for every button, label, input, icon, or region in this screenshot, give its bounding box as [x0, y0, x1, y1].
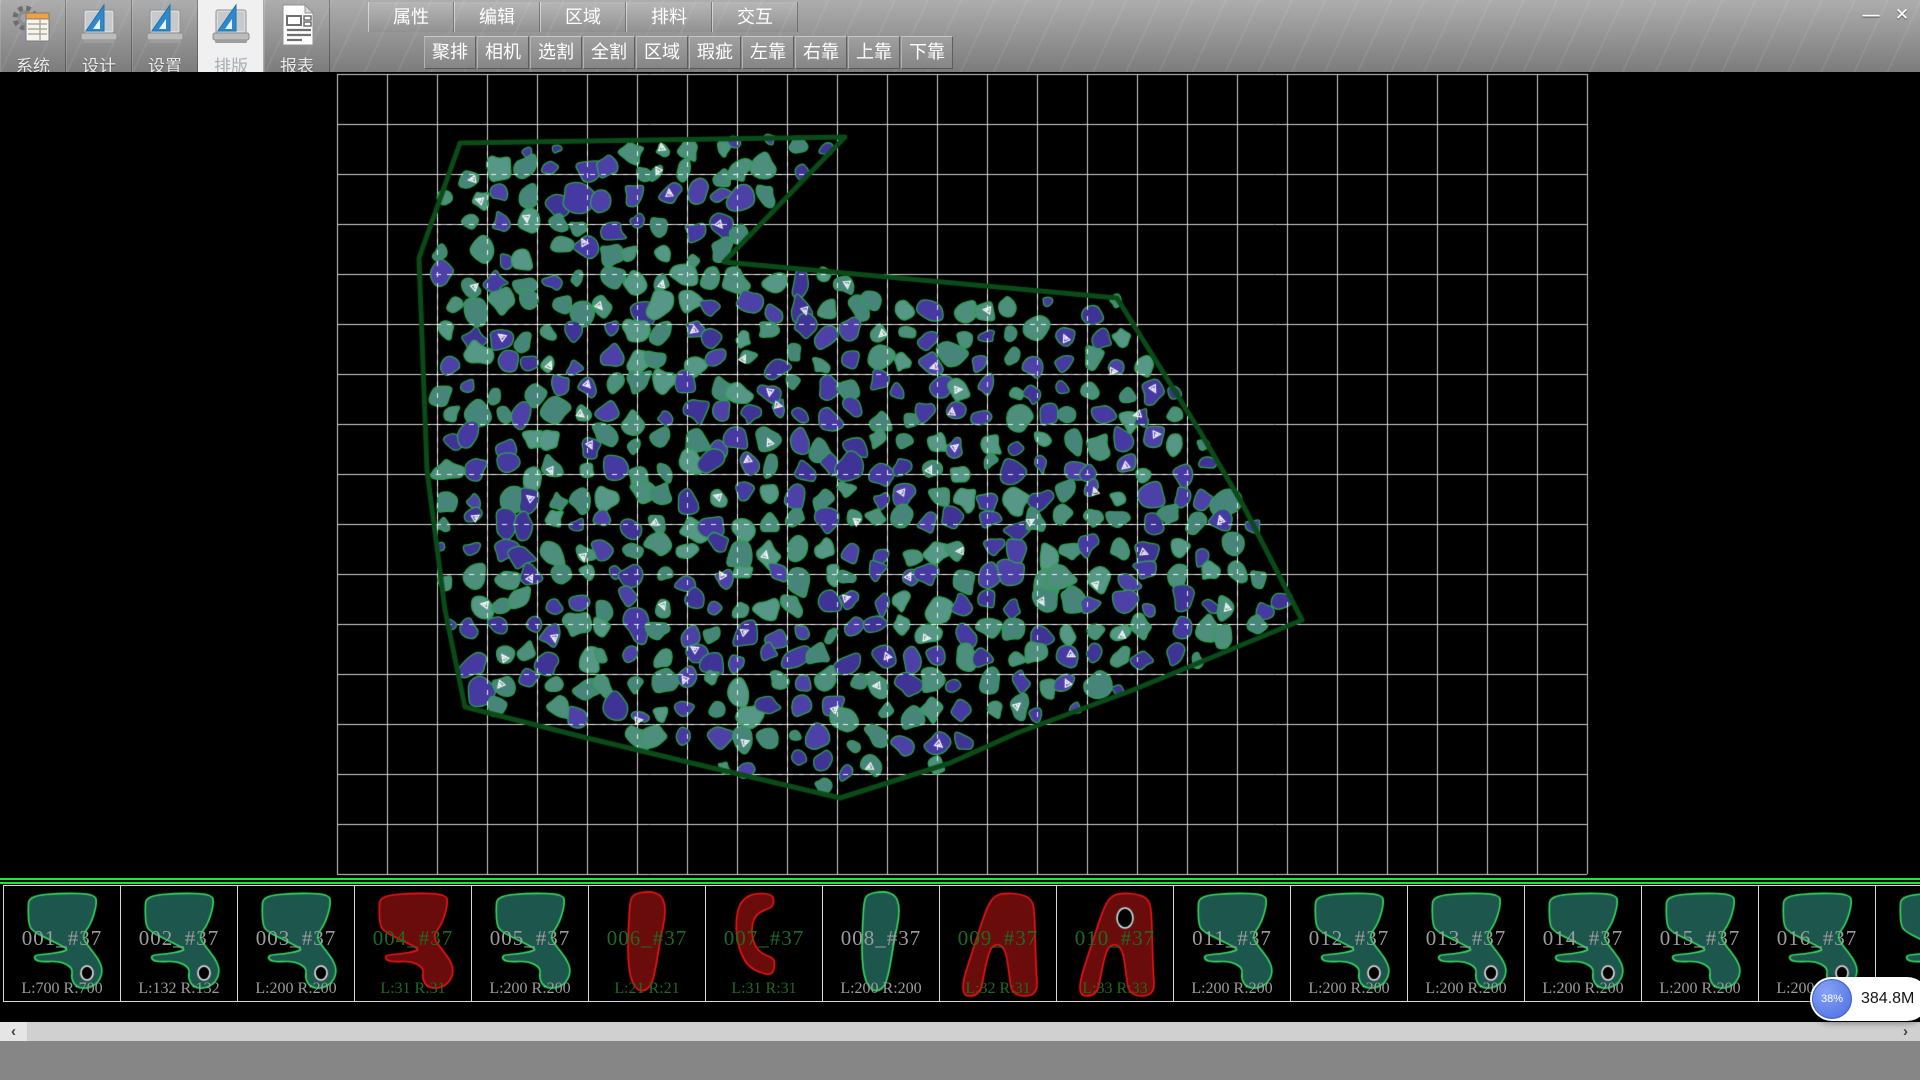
part-name-label: 005_#37	[472, 926, 588, 951]
scroll-left-arrow-icon[interactable]: ‹	[0, 1022, 27, 1041]
part-lr-label: L:200 R:200	[823, 980, 939, 998]
part-name-label: 004_#37	[355, 926, 471, 951]
app-tab-3[interactable]: 设置	[132, 0, 198, 72]
part-lr-label: L:200 R:200	[238, 980, 354, 998]
part-name-label: 003_#37	[238, 926, 354, 951]
menu2-button-7[interactable]: 左靠	[742, 36, 794, 69]
part-thumb-5[interactable]: 005_#37 L:200 R:200	[471, 885, 589, 1002]
part-thumb-1[interactable]: 001_#37 L:700 R:700	[3, 885, 121, 1002]
memory-badge[interactable]: 38% 384.8M	[1810, 977, 1920, 1021]
tray-accent-line	[0, 878, 1920, 885]
minimize-button[interactable]: —	[1858, 3, 1884, 26]
menu-row-1: 属性编辑区域排料交互	[368, 2, 798, 32]
part-lr-label: L:32 R:31	[940, 980, 1056, 998]
part-thumb-4[interactable]: 004_#37 L:31 R:31	[354, 885, 472, 1002]
menu1-button-4[interactable]: 排料	[626, 2, 712, 32]
part-name-label: 013_#37	[1408, 926, 1524, 951]
menu2-button-1[interactable]: 聚排	[424, 36, 476, 69]
part-name-label: 011_#37	[1174, 926, 1290, 951]
close-button[interactable]: ✕	[1889, 3, 1915, 26]
part-lr-label: L:31 R:31	[355, 980, 471, 998]
menu2-button-3[interactable]: 选割	[530, 36, 582, 69]
menu-row-2: 聚排相机选割全割区域瑕疵左靠右靠上靠下靠	[424, 36, 954, 69]
menu1-button-2[interactable]: 编辑	[454, 2, 540, 32]
part-name-label: 006_#37	[589, 926, 705, 951]
ruler-board-icon	[208, 3, 254, 52]
part-name-label: 012_#37	[1291, 926, 1407, 951]
part-thumb-6[interactable]: 006_#37 L:21 R:21	[588, 885, 706, 1002]
part-name-label: 007_#37	[706, 926, 822, 951]
part-lr-label: L:200 R:200	[472, 980, 588, 998]
part-thumb-3[interactable]: 003_#37 L:200 R:200	[237, 885, 355, 1002]
part-thumb-7[interactable]: 007_#37 L:31 R:31	[705, 885, 823, 1002]
report-doc-icon	[274, 3, 320, 52]
part-lr-label: L:200 R:200	[1291, 980, 1407, 998]
part-thumb-2[interactable]: 002_#37 L:132 R:132	[120, 885, 238, 1002]
part-lr-label: L:31 R:31	[706, 980, 822, 998]
menu2-button-2[interactable]: 相机	[477, 36, 529, 69]
part-lr-label: L:21 R:21	[589, 980, 705, 998]
part-name-label: 009_#37	[940, 926, 1056, 951]
part-lr-label: L:200 R:200	[1525, 980, 1641, 998]
part-lr-label: L:33 R:33	[1057, 980, 1173, 998]
part-thumb-13[interactable]: 013_#37 L:200 R:200	[1407, 885, 1525, 1002]
bottom-status-bar	[0, 1041, 1920, 1080]
progress-circle: 38%	[1812, 979, 1852, 1019]
app-tab-1[interactable]: 系统	[0, 0, 66, 72]
part-lr-label: L:132 R:132	[121, 980, 237, 998]
part-thumb-8[interactable]: 008_#37 L:200 R:200	[822, 885, 940, 1002]
menu1-button-1[interactable]: 属性	[368, 2, 454, 32]
part-thumb-11[interactable]: 011_#37 L:200 R:200	[1173, 885, 1291, 1002]
nesting-canvas[interactable]	[0, 72, 1920, 878]
part-name-label: 014_#37	[1525, 926, 1641, 951]
part-lr-label: L:200 R:200	[1174, 980, 1290, 998]
menu2-button-10[interactable]: 下靠	[901, 36, 953, 69]
menu2-button-8[interactable]: 右靠	[795, 36, 847, 69]
part-thumb-14[interactable]: 014_#37 L:200 R:200	[1524, 885, 1642, 1002]
window-controls: — ✕	[1858, 3, 1915, 26]
scroll-right-arrow-icon[interactable]: ›	[1892, 1022, 1919, 1041]
horizontal-scrollbar[interactable]: ‹ ›	[0, 1022, 1920, 1041]
part-thumb-10[interactable]: 010_#37 L:33 R:33	[1056, 885, 1174, 1002]
part-thumb-12[interactable]: 012_#37 L:200 R:200	[1290, 885, 1408, 1002]
app-toolbar: 系统设计设置排版报表	[0, 0, 330, 72]
memory-value: 384.8M	[1861, 990, 1914, 1008]
menu2-button-4[interactable]: 全割	[583, 36, 635, 69]
tray-cells: 001_#37L:700 R:700002_#37L:132 R:132003_…	[3, 885, 1920, 1002]
title-bar: 系统设计设置排版报表 属性编辑区域排料交互 聚排相机选割全割区域瑕疵左靠右靠上靠…	[0, 0, 1920, 72]
menu2-button-6[interactable]: 瑕疵	[689, 36, 741, 69]
app-tab-4[interactable]: 排版	[198, 0, 264, 72]
app-tab-2[interactable]: 设计	[66, 0, 132, 72]
part-name-label: 016_#37	[1759, 926, 1875, 951]
part-thumb-15[interactable]: 015_#37 L:200 R:200	[1641, 885, 1759, 1002]
part-thumb-9[interactable]: 009_#37 L:32 R:31	[939, 885, 1057, 1002]
menu1-button-5[interactable]: 交互	[712, 2, 798, 32]
app-tab-5[interactable]: 报表	[264, 0, 330, 72]
part-name-label: 001_#37	[4, 926, 120, 951]
parts-tray: 001_#37L:700 R:700002_#37L:132 R:132003_…	[0, 878, 1920, 1022]
menu1-button-3[interactable]: 区域	[540, 2, 626, 32]
part-name-label: 008_#37	[823, 926, 939, 951]
ruler-board-icon	[76, 3, 122, 52]
part-name-label: 002_#37	[121, 926, 237, 951]
part-lr-label: L:200 R:200	[1642, 980, 1758, 998]
menu2-button-9[interactable]: 上靠	[848, 36, 900, 69]
part-name-label: 010_#37	[1057, 926, 1173, 951]
menu2-button-5[interactable]: 区域	[636, 36, 688, 69]
ruler-board-icon	[142, 3, 188, 52]
gear-card-icon	[10, 3, 56, 52]
part-lr-label: L:700 R:700	[4, 980, 120, 998]
part-name-label: 015_#37	[1642, 926, 1758, 951]
part-lr-label: L:200 R:200	[1408, 980, 1524, 998]
